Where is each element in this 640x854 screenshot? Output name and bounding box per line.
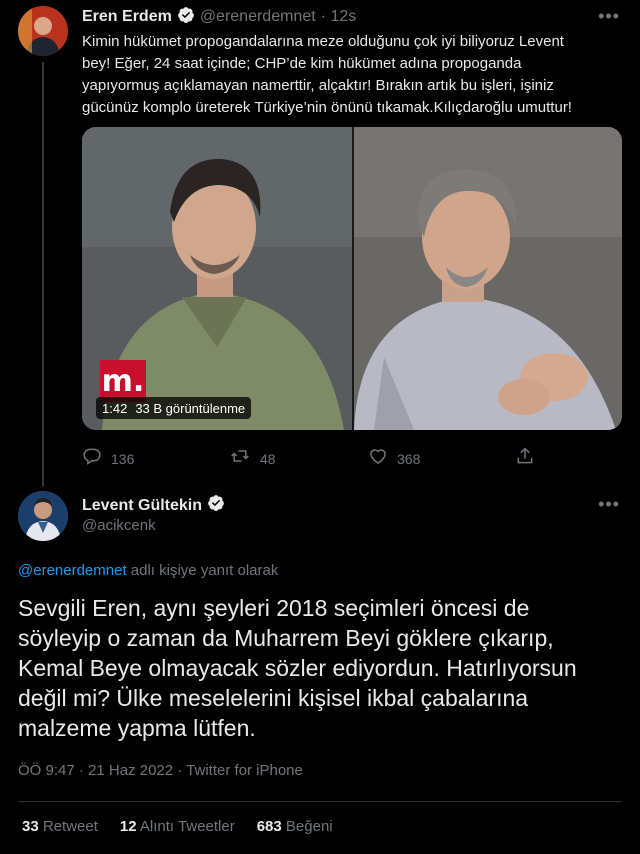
tweet2-text-line: Sevgili Eren, aynı şeyleri 2018 seçimler… (18, 595, 530, 621)
divider (18, 801, 622, 802)
avatar-levent-gultekin[interactable] (18, 491, 68, 541)
more-options-icon[interactable]: ••• (598, 6, 620, 27)
quotes-stat[interactable]: 12 Alıntı Tweetler (120, 818, 235, 835)
tweet1-text: Kimin hükümet propogandalarına meze oldu… (82, 31, 622, 119)
avatar-eren-erdem[interactable] (18, 6, 68, 56)
tweet1-text-line: bey! Eğer, 24 saat içinde; CHP’de kim hü… (82, 55, 522, 72)
reply-to-link[interactable]: @erenerdemnet (18, 562, 127, 579)
reply-count: 136 (111, 450, 135, 467)
thread-connector-line (42, 62, 44, 486)
retweet-count: 48 (260, 450, 276, 467)
reply-context: @erenerdemnet adlı kişiye yanıt olarak (18, 562, 278, 579)
reply-button[interactable]: 136 (82, 446, 134, 471)
retweet-button[interactable]: 48 (229, 446, 276, 471)
tweet2-text-line: söyleyip o zaman da Muharrem Beyi gökler… (18, 625, 554, 651)
tweet2-stats: 33 Retweet 12 Alıntı Tweetler 683 Beğeni (22, 818, 333, 835)
tweet1-text-line: gücünüz komplo üreterek Türkiye’nin önün… (82, 99, 572, 116)
tweet2-display-name[interactable]: Levent Gültekin (82, 497, 202, 515)
like-count: 368 (397, 450, 421, 467)
tweet2-text-line: Kemal Beye olmayacak sözler ediyordun. H… (18, 655, 577, 681)
like-button[interactable]: 368 (368, 446, 420, 471)
heart-icon (368, 446, 388, 471)
verified-badge-icon (207, 494, 225, 517)
reply-to-suffix: adlı kişiye yanıt olarak (126, 562, 279, 579)
reply-icon (82, 446, 102, 471)
tweet2-header: Levent Gültekin (82, 494, 225, 517)
tweet2-text-line: malzeme yapma lütfen. (18, 715, 256, 741)
tweet1-header: Eren Erdem @erenerdemnet · 12s (82, 6, 356, 28)
video-duration: 1:42 (102, 400, 128, 416)
likes-stat[interactable]: 683 Beğeni (257, 818, 333, 835)
tweet2-text-line: değil mi? Ülke meselelerini kişisel ikba… (18, 685, 529, 711)
tweet1-handle[interactable]: @erenerdemnet (200, 8, 316, 26)
video-frame-right (354, 127, 622, 430)
retweets-stat[interactable]: 33 Retweet (22, 818, 98, 835)
tweet1-text-line: yapıyormuş açıklamayan namerttir, alçakt… (82, 77, 554, 94)
tweet1-video[interactable]: m. 1:42 33 B görüntülenme (82, 127, 622, 430)
tweet2-text: Sevgili Eren, aynı şeyleri 2018 seçimler… (18, 593, 628, 743)
tweet2-handle[interactable]: @acikcenk (82, 517, 156, 534)
tweet2-timestamp[interactable]: ÖÖ 9:47 · 21 Haz 2022 · Twitter for iPho… (18, 762, 303, 779)
tweet1-text-line: Kimin hükümet propogandalarına meze oldu… (82, 33, 564, 50)
retweet-icon (229, 446, 251, 471)
video-frame-left: m. (82, 127, 352, 430)
verified-badge-icon (177, 6, 195, 29)
more-options-icon[interactable]: ••• (598, 494, 620, 515)
media-channel-logo: m. (100, 360, 146, 402)
tweet1-display-name[interactable]: Eren Erdem (82, 8, 172, 26)
video-info-badge: 1:42 33 B görüntülenme (96, 397, 252, 419)
tweet1-time[interactable]: · 12s (321, 8, 357, 26)
video-view-count: 33 B görüntülenme (135, 400, 246, 416)
share-button[interactable] (515, 446, 535, 471)
share-icon (515, 446, 535, 471)
